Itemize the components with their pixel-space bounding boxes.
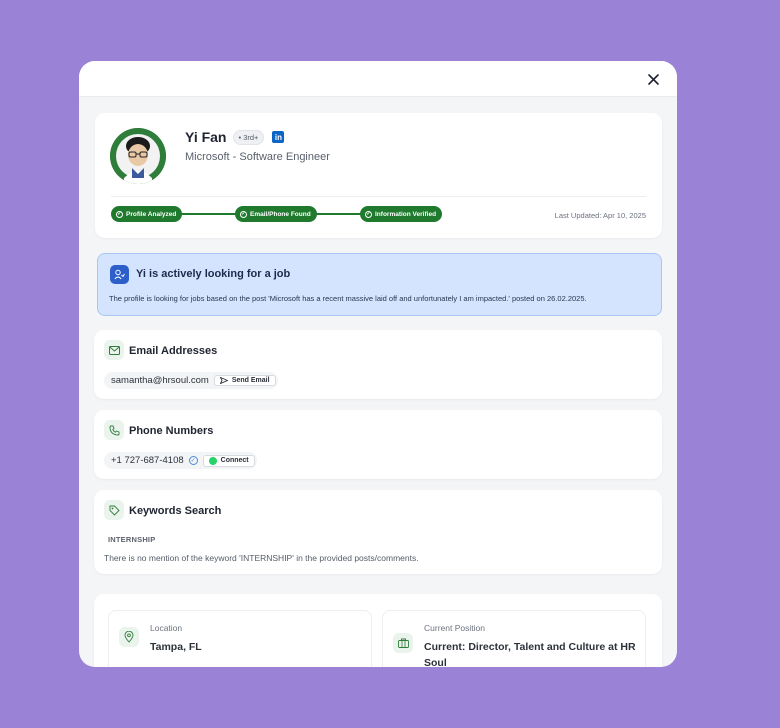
location-label: Location xyxy=(150,623,183,633)
briefcase-icon xyxy=(393,633,413,653)
phone-section-title: Phone Numbers xyxy=(129,425,214,437)
connect-label: Connect xyxy=(220,457,249,464)
connection-degree-badge: • 3rd+ xyxy=(232,129,265,145)
phone-value[interactable]: +1 727-687-4108 xyxy=(111,455,184,466)
email-card: Email Addresses samantha@hrsoul.com Send… xyxy=(94,330,662,399)
check-icon: ✓ xyxy=(240,210,247,218)
step-connector xyxy=(311,213,366,215)
info-card: Location Tampa, FL Current Position Curr… xyxy=(94,594,662,667)
check-icon: ✓ xyxy=(365,210,372,218)
user-search-icon xyxy=(110,265,129,284)
send-email-button[interactable]: Send Email xyxy=(213,375,276,386)
profile-headline: Microsoft - Software Engineer xyxy=(185,151,330,163)
send-icon xyxy=(219,377,228,384)
location-box: Location Tampa, FL xyxy=(108,610,372,667)
verified-icon: ✓ xyxy=(188,456,198,465)
tag-icon xyxy=(104,500,124,520)
whatsapp-icon xyxy=(208,456,217,465)
phone-icon xyxy=(104,420,124,440)
profile-name: Yi Fan xyxy=(185,129,227,145)
check-icon: ✓ xyxy=(116,210,123,218)
modal-header xyxy=(79,61,677,97)
position-value: Current: Director, Talent and Culture at… xyxy=(424,641,636,667)
step-information-verified: ✓ Information Verified xyxy=(360,206,443,222)
keywords-card: Keywords Search INTERNSHIP There is no m… xyxy=(94,490,662,574)
position-label: Current Position xyxy=(424,623,485,633)
phone-card: Phone Numbers +1 727-687-4108 ✓ Connect xyxy=(94,410,662,479)
progress-steps: ✓ Profile Analyzed ✓ Email/Phone Found ✓… xyxy=(111,206,444,222)
divider xyxy=(111,196,646,197)
last-updated: Last Updated: Apr 10, 2025 xyxy=(554,211,646,220)
location-value: Tampa, FL xyxy=(150,641,202,653)
close-icon xyxy=(647,73,659,85)
profile-modal: Yi Fan • 3rd+ in Microsoft - Software En… xyxy=(79,61,677,667)
step-label: Profile Analyzed xyxy=(126,210,177,218)
close-button[interactable] xyxy=(644,70,662,88)
phone-chip: +1 727-687-4108 ✓ Connect xyxy=(104,452,257,469)
step-label: Information Verified xyxy=(375,210,437,218)
connect-button[interactable]: Connect xyxy=(202,454,255,467)
mail-icon xyxy=(104,340,124,360)
linkedin-icon[interactable]: in xyxy=(272,131,285,143)
current-position-box: Current Position Current: Director, Tale… xyxy=(382,610,646,667)
location-pin-icon xyxy=(119,627,139,647)
keyword-label: INTERNSHIP xyxy=(108,535,156,544)
email-section-title: Email Addresses xyxy=(129,345,218,357)
email-value[interactable]: samantha@hrsoul.com xyxy=(111,375,209,386)
avatar xyxy=(110,128,166,184)
step-profile-analyzed: ✓ Profile Analyzed xyxy=(111,206,183,222)
email-chip: samantha@hrsoul.com Send Email xyxy=(104,372,278,389)
alert-text: The profile is looking for jobs based on… xyxy=(109,294,587,303)
keywords-section-title: Keywords Search xyxy=(129,505,222,517)
send-email-label: Send Email xyxy=(231,377,270,384)
job-seeking-alert: Yi is actively looking for a job The pro… xyxy=(97,253,662,316)
step-label: Email/Phone Found xyxy=(250,210,311,218)
modal-body: Yi Fan • 3rd+ in Microsoft - Software En… xyxy=(79,98,677,667)
keyword-result: There is no mention of the keyword 'INTE… xyxy=(104,553,419,563)
step-email-phone-found: ✓ Email/Phone Found xyxy=(235,206,317,222)
profile-card: Yi Fan • 3rd+ in Microsoft - Software En… xyxy=(95,113,662,238)
alert-title: Yi is actively looking for a job xyxy=(136,268,291,280)
name-row: Yi Fan • 3rd+ in xyxy=(185,129,285,145)
